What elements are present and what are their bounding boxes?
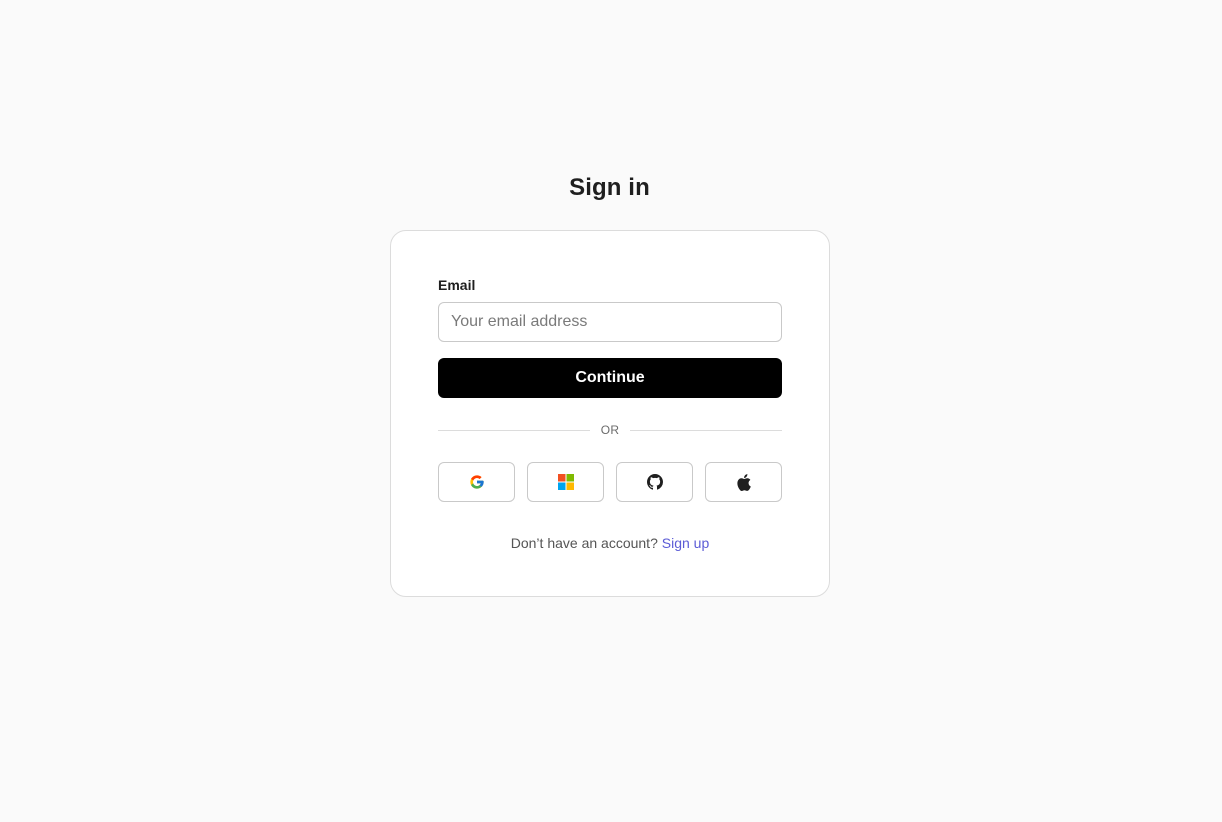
sign-in-page: Sign in Email Continue OR — [0, 0, 1222, 822]
apple-icon — [736, 473, 752, 491]
sign-in-card: Email Continue OR — [390, 230, 830, 597]
signup-prompt: Don’t have an account? Sign up — [391, 535, 829, 551]
page-title: Sign in — [569, 174, 650, 201]
or-divider: OR — [438, 420, 783, 440]
email-label: Email — [438, 277, 476, 293]
apple-sign-in-button[interactable] — [705, 462, 782, 502]
signup-link[interactable]: Sign up — [662, 535, 709, 551]
email-field[interactable] — [438, 302, 782, 342]
github-icon — [646, 474, 663, 490]
divider-line-right — [630, 429, 783, 431]
continue-button[interactable]: Continue — [438, 358, 782, 398]
google-icon — [469, 474, 485, 490]
microsoft-sign-in-button[interactable] — [527, 462, 604, 502]
social-login-row — [438, 462, 782, 502]
signup-prompt-text: Don’t have an account? — [510, 535, 658, 551]
microsoft-icon — [557, 474, 574, 490]
divider-line-left — [438, 429, 590, 431]
divider-text: OR — [600, 423, 620, 437]
github-sign-in-button[interactable] — [616, 462, 693, 502]
google-sign-in-button[interactable] — [438, 462, 515, 502]
